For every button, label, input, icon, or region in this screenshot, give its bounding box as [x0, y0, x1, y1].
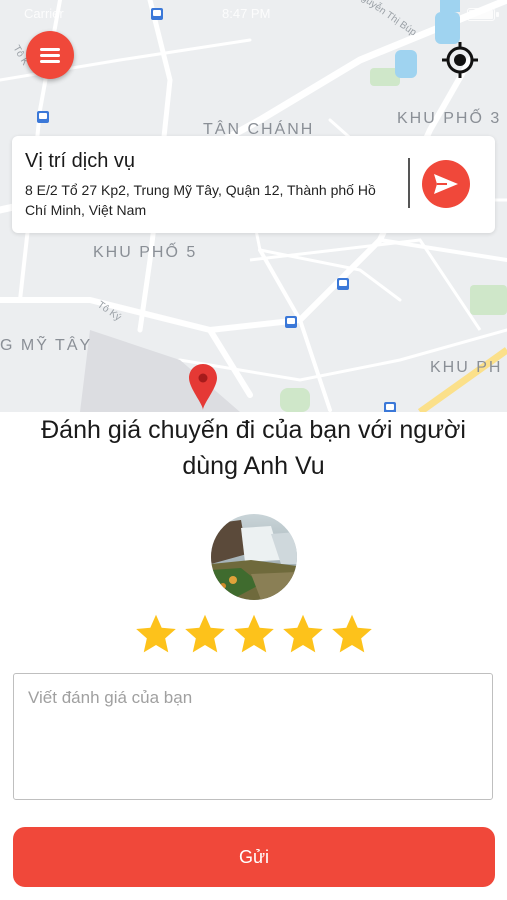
map-label-khu-pho-3: KHU PHỐ 3	[397, 110, 502, 127]
bus-stop-icon	[384, 402, 396, 412]
menu-button[interactable]	[26, 31, 74, 79]
map-label-trung-my-tay: G MỸ TÂY	[0, 337, 93, 354]
star-icon[interactable]	[232, 612, 276, 656]
map-pin-icon	[189, 364, 217, 410]
card-divider	[408, 158, 410, 208]
star-icon[interactable]	[134, 612, 178, 656]
locate-me-button[interactable]	[440, 40, 480, 80]
hamburger-icon	[40, 48, 60, 63]
avatar	[211, 514, 297, 600]
status-time: 8:47 PM	[222, 6, 271, 21]
navigate-button[interactable]	[422, 160, 470, 208]
bus-stop-icon	[285, 316, 297, 328]
submit-button[interactable]: Gửi	[13, 827, 495, 887]
service-location-address: 8 E/2 Tổ 27 Kp2, Trung Mỹ Tây, Quận 12, …	[25, 182, 376, 218]
star-icon[interactable]	[281, 612, 325, 656]
battery-icon	[467, 8, 499, 21]
rating-sheet: Đánh giá chuyến đi của bạn với người dùn…	[0, 412, 507, 900]
send-icon	[434, 174, 458, 194]
status-bar: Carrier 8:47 PM	[0, 6, 507, 22]
map-view[interactable]: TÂN CHÁNH KHU PHỐ 3 KHU PHỐ 5 G MỸ TÂY K…	[0, 0, 507, 412]
star-icon[interactable]	[330, 612, 374, 656]
rating-heading: Đánh giá chuyến đi của bạn với người dùn…	[41, 416, 466, 480]
map-label-khu-pho-5: KHU PHỐ 5	[93, 244, 198, 261]
service-location-title: Vị trí dịch vụ	[25, 150, 136, 172]
crosshair-icon	[442, 42, 478, 78]
service-location-card: Vị trí dịch vụ 8 E/2 Tổ 27 Kp2, Trung Mỹ…	[12, 136, 495, 233]
star-icon[interactable]	[183, 612, 227, 656]
bus-stop-icon	[37, 111, 49, 123]
review-input[interactable]	[13, 673, 493, 800]
bus-stop-icon	[337, 278, 349, 290]
status-carrier: Carrier	[24, 6, 64, 21]
map-label-khu-ph: KHU PH	[430, 359, 503, 376]
star-rating[interactable]	[134, 612, 374, 660]
